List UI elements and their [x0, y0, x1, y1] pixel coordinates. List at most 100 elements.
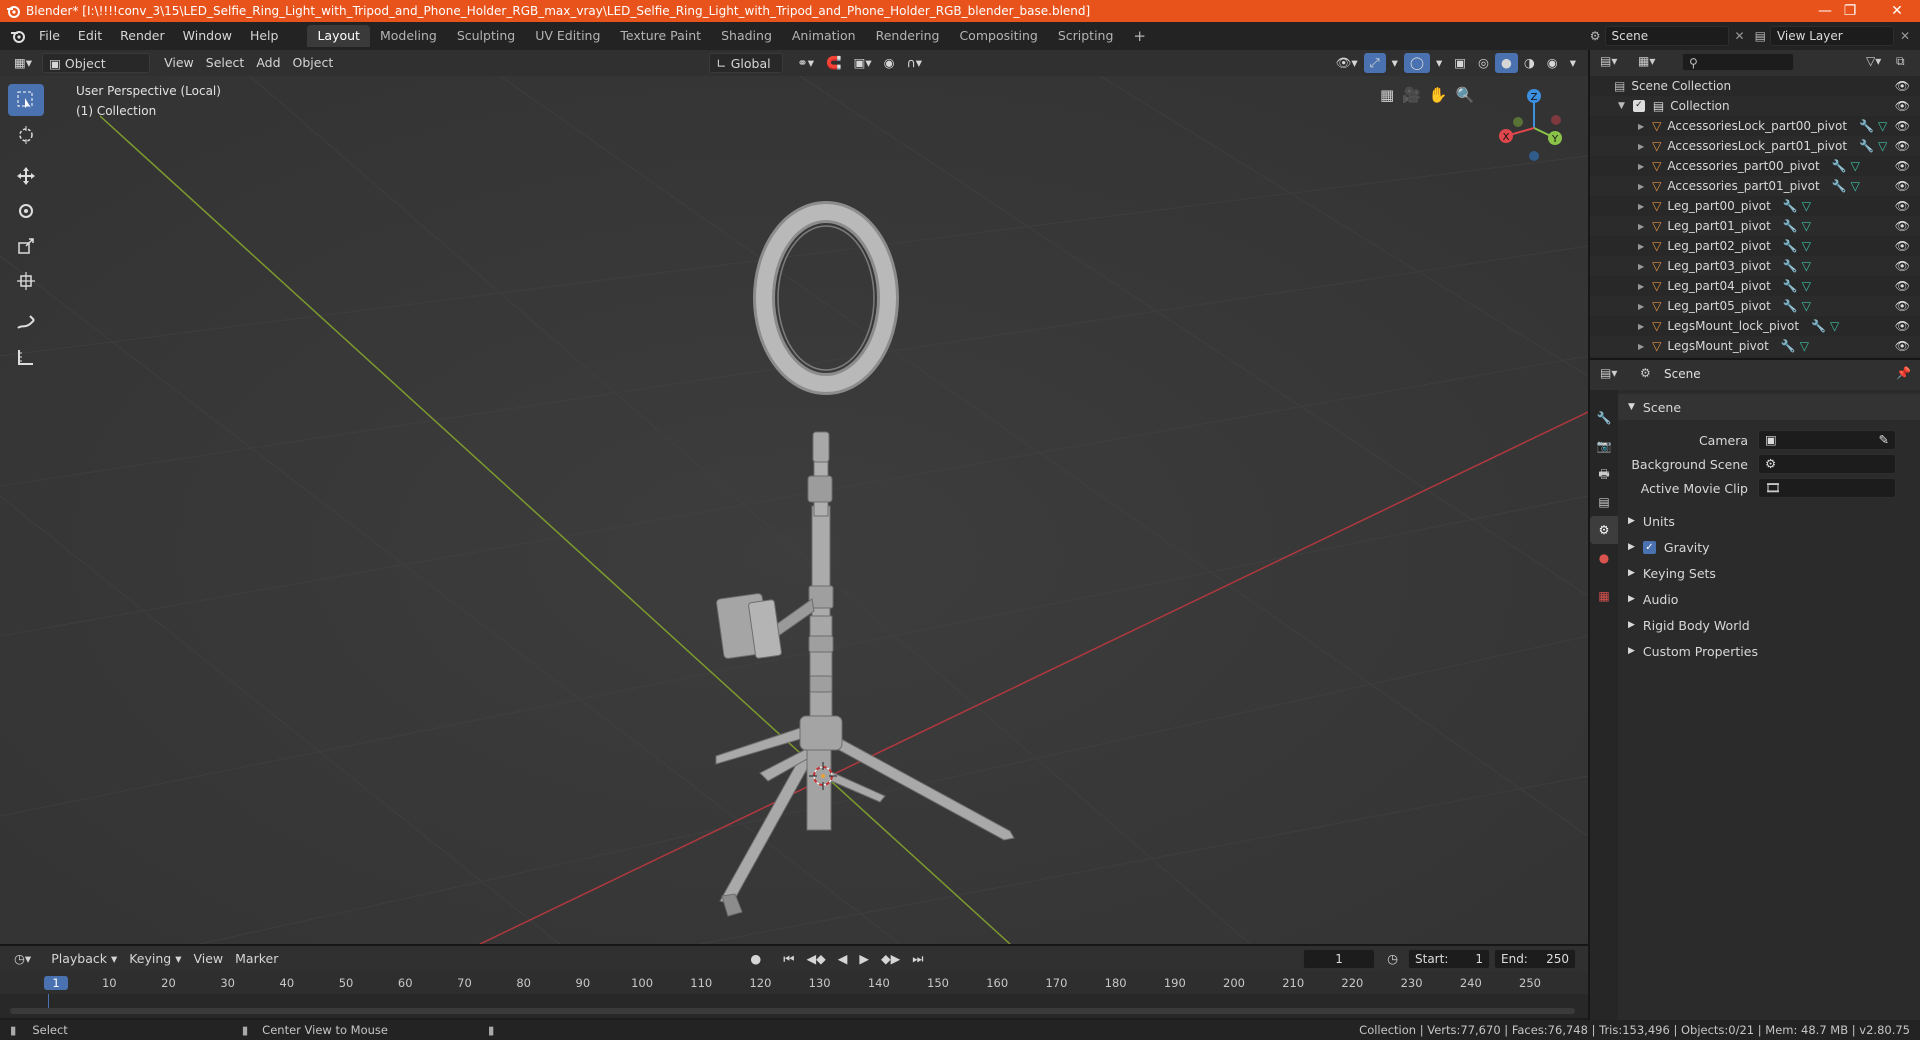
material-shading-icon[interactable]: ◑	[1518, 53, 1541, 73]
gravity-checkbox[interactable]: ✓	[1642, 540, 1656, 554]
outliner-row-object[interactable]: ▶ ▽ AccessoriesLock_part01_pivot 🔧 ▽ 👁	[1590, 136, 1920, 156]
timeline-body[interactable]: 1 10 20 30 40 50 60 70 80 90 100 110 120 130 140 150 160…	[0, 972, 1588, 1018]
world-tab-icon[interactable]: ●	[1590, 544, 1618, 572]
modifier-wrench-icon[interactable]: 🔧	[1832, 159, 1847, 173]
measure-tool-icon[interactable]	[8, 341, 44, 373]
blender-menu-icon[interactable]	[10, 28, 26, 44]
overlay-toggle-icon[interactable]: ◯	[1403, 53, 1430, 73]
close-icon[interactable]: ✕	[1874, 0, 1920, 22]
outliner-row-object[interactable]: ▶ ▽ Leg_part00_pivot 🔧 ▽ 👁	[1590, 196, 1920, 216]
annotate-tool-icon[interactable]	[8, 306, 44, 338]
expand-arrow-icon[interactable]: ▶	[1638, 182, 1644, 191]
expand-arrow-icon[interactable]: ▶	[1638, 162, 1644, 171]
tab-sculpting[interactable]: Sculpting	[447, 25, 525, 47]
visibility-eye-icon[interactable]: 👁	[1895, 219, 1910, 233]
outliner-row-object[interactable]: ▶ ▽ Leg_part05_pivot 🔧 ▽ 👁	[1590, 296, 1920, 316]
transform-tool-icon[interactable]	[8, 265, 44, 297]
outliner-row-object[interactable]: ▶ ▽ Accessories_part00_pivot 🔧 ▽ 👁	[1590, 156, 1920, 176]
mesh-data-icon[interactable]: ▽	[1802, 279, 1811, 293]
record-icon[interactable]: ●	[744, 949, 767, 969]
cursor-tool-icon[interactable]	[8, 119, 44, 151]
mesh-data-icon[interactable]: ▽	[1802, 219, 1811, 233]
gizmo-neg-y-icon[interactable]	[1513, 117, 1523, 127]
visibility-eye-icon[interactable]: 👁	[1895, 119, 1910, 133]
tab-layout[interactable]: Layout	[307, 25, 370, 47]
menu-keying[interactable]: Keying ▾	[123, 949, 187, 969]
scale-tool-icon[interactable]	[8, 230, 44, 262]
audio-panel-header[interactable]: ▶ Audio	[1618, 586, 1920, 612]
tab-shading[interactable]: Shading	[711, 25, 782, 47]
modifier-wrench-icon[interactable]: 🔧	[1783, 199, 1798, 213]
snap-icon[interactable]: 🧲	[820, 53, 848, 73]
snap-target-icon[interactable]: ▣▾	[848, 53, 878, 73]
scene-tab-icon[interactable]: ⚙	[1590, 516, 1618, 544]
next-keyframe-icon[interactable]: ◆▶	[875, 949, 906, 969]
mesh-data-icon[interactable]: ▽	[1878, 119, 1887, 133]
visibility-eye-icon[interactable]: 👁	[1895, 139, 1910, 153]
menu-render[interactable]: Render	[111, 22, 174, 50]
pan-hand-icon[interactable]: ✋	[1429, 86, 1448, 104]
expand-arrow-icon[interactable]: ▼	[1618, 101, 1625, 111]
gizmo-menu-icon[interactable]: ▾	[1386, 53, 1404, 73]
prev-keyframe-icon[interactable]: ◀◆	[801, 949, 832, 969]
rendered-shading-icon[interactable]: ◉	[1541, 53, 1564, 73]
outliner-row-object[interactable]: ▶ ▽ AccessoriesLock_part00_pivot 🔧 ▽ 👁	[1590, 116, 1920, 136]
menu-file[interactable]: File	[30, 22, 69, 50]
play-reverse-icon[interactable]: ◀	[832, 949, 854, 969]
menu-window[interactable]: Window	[174, 22, 241, 50]
visibility-icon[interactable]: 👁▾	[1329, 53, 1363, 73]
camera-view-icon[interactable]: 🎥	[1402, 86, 1421, 104]
menu-help[interactable]: Help	[241, 22, 288, 50]
menu-select[interactable]: Select	[200, 53, 251, 73]
viewport-scene[interactable]	[0, 76, 1588, 944]
overlay-menu-icon[interactable]: ▾	[1430, 53, 1448, 73]
visibility-eye-icon[interactable]: 👁	[1895, 99, 1910, 113]
modifier-wrench-icon[interactable]: 🔧	[1783, 219, 1798, 233]
output-tab-icon[interactable]: 🖶	[1590, 460, 1618, 488]
outliner-row-object[interactable]: ▶ ▽ LegsMount_pivot 🔧 ▽ 👁	[1590, 336, 1920, 356]
outliner-row-object[interactable]: ▶ ▽ LegsMount_lock_pivot 🔧 ▽ 👁	[1590, 316, 1920, 336]
restore-icon[interactable]: ❐	[1826, 0, 1874, 22]
eyedropper-icon[interactable]: ✎	[1879, 431, 1889, 449]
tab-animation[interactable]: Animation	[782, 25, 866, 47]
pin-icon[interactable]: 📌	[1896, 366, 1911, 380]
mesh-data-icon[interactable]: ▽	[1800, 339, 1809, 353]
visibility-eye-icon[interactable]: 👁	[1895, 179, 1910, 193]
menu-marker[interactable]: Marker	[229, 949, 284, 969]
mode-select[interactable]: ▣ Object Mode ▾	[42, 53, 151, 91]
pivot-point-icon[interactable]: ⚭▾	[791, 53, 820, 73]
expand-arrow-icon[interactable]: ▶	[1638, 322, 1644, 331]
select-box-tool-icon[interactable]	[8, 84, 44, 116]
mesh-data-icon[interactable]: ▽	[1851, 179, 1860, 193]
visibility-eye-icon[interactable]: 👁	[1895, 319, 1910, 333]
xray-icon[interactable]: ▣	[1448, 53, 1472, 73]
visibility-eye-icon[interactable]: 👁	[1895, 279, 1910, 293]
jump-end-icon[interactable]: ⏭	[906, 949, 929, 969]
add-workspace-icon[interactable]: +	[1123, 25, 1156, 47]
display-mode-icon[interactable]: ▦▾	[1638, 54, 1655, 68]
visibility-eye-icon[interactable]: 👁	[1895, 259, 1910, 273]
menu-edit[interactable]: Edit	[69, 22, 111, 50]
expand-arrow-icon[interactable]: ▶	[1638, 222, 1644, 231]
frame-ruler[interactable]: 1 10 20 30 40 50 60 70 80 90 100 110 120 130 140 150 160…	[0, 972, 1588, 994]
menu-add[interactable]: Add	[250, 53, 286, 73]
play-icon[interactable]: ▶	[853, 949, 875, 969]
tab-modeling[interactable]: Modeling	[370, 25, 447, 47]
scene-close-icon[interactable]: ✕	[1735, 29, 1745, 43]
current-frame-field[interactable]: 1	[1303, 949, 1376, 969]
keying-sets-panel-header[interactable]: ▶ Keying Sets	[1618, 560, 1920, 586]
tab-scripting[interactable]: Scripting	[1048, 25, 1124, 47]
modifier-wrench-icon[interactable]: 🔧	[1783, 299, 1798, 313]
tool-tab-icon[interactable]: 🔧	[1590, 404, 1618, 432]
jump-start-icon[interactable]: ⏮	[777, 949, 800, 969]
custom-properties-panel-header[interactable]: ▶ Custom Properties	[1618, 638, 1920, 664]
visibility-eye-icon[interactable]: 👁	[1895, 339, 1910, 353]
timeline-editor-type-icon[interactable]: ◷▾	[8, 949, 37, 969]
transform-orientation-select[interactable]: ∟ Global ▾	[709, 53, 784, 91]
end-frame-field[interactable]: End: 250	[1494, 949, 1576, 969]
mesh-data-icon[interactable]: ▽	[1802, 259, 1811, 273]
outliner-row-collection[interactable]: ▼ ✓ ▤ Collection 👁	[1590, 96, 1920, 116]
menu-playback[interactable]: Playback ▾	[45, 949, 123, 969]
mesh-data-icon[interactable]: ▽	[1802, 239, 1811, 253]
modifier-wrench-icon[interactable]: 🔧	[1783, 279, 1798, 293]
